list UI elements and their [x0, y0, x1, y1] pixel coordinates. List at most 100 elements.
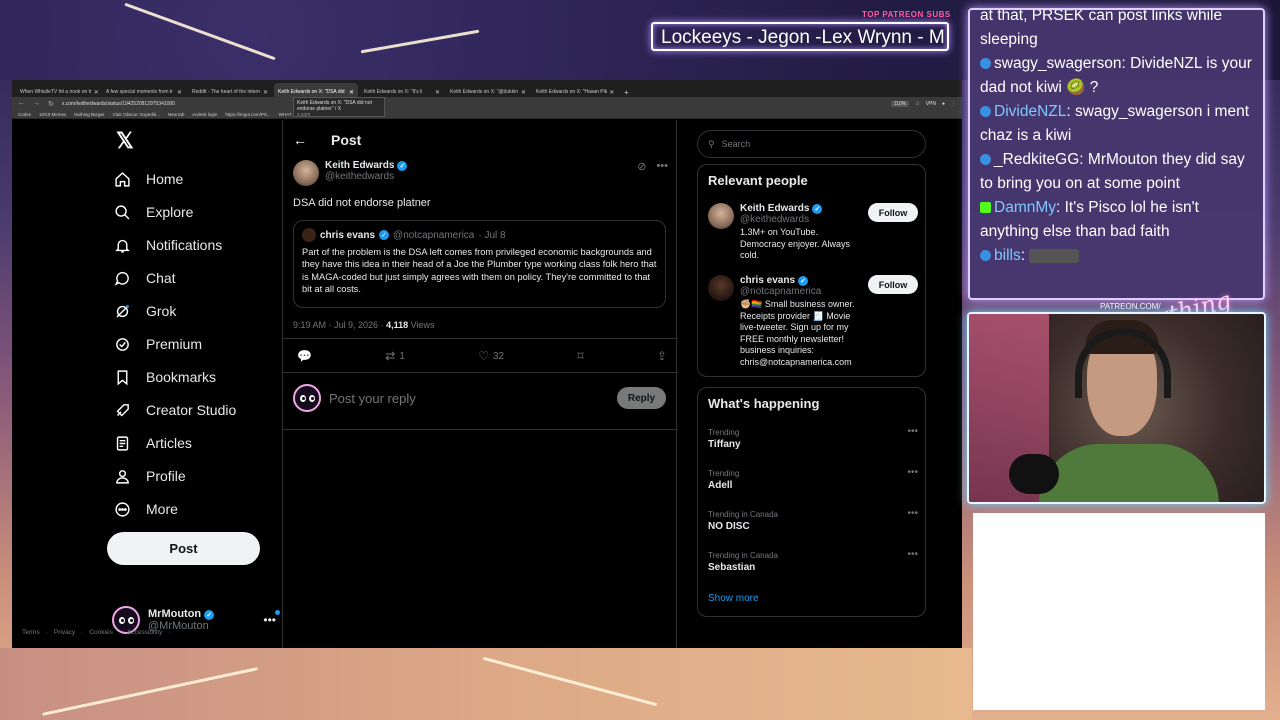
close-icon[interactable]: ✕ [609, 89, 614, 96]
more-icon[interactable]: ••• [907, 549, 918, 560]
tab-label: Keith Edwards on X: "@dukkin [450, 89, 518, 95]
vpn-button[interactable]: VPN [926, 101, 936, 107]
more-icon[interactable]: ••• [907, 467, 918, 478]
author-name[interactable]: Keith Edwards ✓ [325, 160, 408, 171]
author-name-text: Keith Edwards [325, 160, 395, 171]
more-icon[interactable]: ••• [263, 610, 280, 627]
chat-message: DamnMy: It's Pisco lol he isn't anything… [980, 196, 1253, 244]
person-item[interactable]: chris evans ✓ @notcapnamerica ✊🏼🏳️‍🌈 Smal… [708, 275, 918, 368]
close-icon[interactable]: ✕ [94, 89, 99, 96]
browser-tab[interactable]: Keith Edwards on X: "Hasan Pik ✕ [532, 83, 616, 97]
post-actions: 💬 ⇄ 1 ♡ 32 ⌑ ⇪ [297, 349, 667, 363]
nav-bookmarks[interactable]: Bookmarks [112, 365, 216, 389]
more-icon[interactable]: ••• [656, 160, 668, 173]
bookmark-action[interactable]: ⌑ [577, 349, 583, 363]
trend-item[interactable]: Trending Tiffany ••• [708, 426, 918, 450]
chat-username: bills [994, 247, 1021, 264]
footer-link-privacy[interactable]: Privacy [54, 629, 75, 636]
bookmark-item[interactable]: https://imgur.com/PS... [225, 112, 270, 117]
person-info: chris evans ✓ @notcapnamerica ✊🏼🏳️‍🌈 Smal… [740, 275, 862, 368]
quoted-post[interactable]: chris evans ✓ @notcapnamerica · Jul 8 Pa… [293, 220, 666, 308]
share-action[interactable]: ⇪ [657, 349, 667, 363]
verified-icon: ✓ [204, 610, 215, 620]
close-icon[interactable]: ✕ [177, 89, 182, 96]
new-tab-icon[interactable]: + [618, 88, 635, 97]
url-field[interactable]: x.com/keithedwards/status/19425208129753… [62, 101, 883, 107]
nav-home[interactable]: Home [112, 167, 183, 191]
author-handle[interactable]: @keithedwards [325, 171, 407, 182]
footer-link-accessibility[interactable]: Accessibility [127, 629, 162, 636]
trend-item[interactable]: Trending in Canada NO DISC ••• [708, 508, 918, 532]
reply-button[interactable]: Reply [617, 387, 666, 409]
nav-articles[interactable]: Articles [112, 431, 192, 455]
card-title: Relevant people [708, 173, 808, 188]
browser-tab[interactable]: A few special moments from tr ✕ [102, 83, 186, 97]
nav-premium[interactable]: Premium [112, 332, 202, 356]
more-icon[interactable]: ••• [907, 508, 918, 519]
forward-arrow-icon[interactable]: → [33, 100, 40, 107]
x-logo-icon[interactable]: 𝕏 [116, 128, 134, 154]
trend-item[interactable]: Trending in Canada Sebastian ••• [708, 549, 918, 573]
close-icon[interactable]: ✕ [263, 89, 268, 96]
browser-tab[interactable]: Reddit - The heart of the intern ✕ [188, 83, 272, 97]
reload-icon[interactable]: ↻ [48, 100, 54, 108]
nav-label: Grok [146, 303, 177, 319]
zoom-badge[interactable]: 110% [890, 100, 910, 107]
browser-tab[interactable]: Keith Edwards on X: "@dukkin ✕ [446, 83, 530, 97]
like-count: 32 [492, 350, 505, 362]
nav-profile[interactable]: Profile [112, 464, 186, 488]
trend-item[interactable]: Trending Adell ••• [708, 467, 918, 491]
browser-tab[interactable]: Keith Edwards on X: "It's li ✕ [360, 83, 444, 97]
follow-button[interactable]: Follow [868, 275, 918, 294]
bookmark-item[interactable]: ecdesk login [192, 112, 217, 117]
verified-icon: ✓ [798, 275, 809, 286]
nav-explore[interactable]: Explore [112, 200, 193, 224]
nav-creator-studio[interactable]: Creator Studio [112, 398, 236, 422]
browser-tab[interactable]: When WhistleTV hit a nook on tr ✕ [16, 83, 100, 97]
grok-icon[interactable]: ⊘ [637, 160, 646, 173]
avatar[interactable] [293, 160, 319, 186]
streamer-shirt [1039, 444, 1219, 502]
extension-icon[interactable]: ● [942, 101, 945, 107]
verified-icon: ✓ [397, 160, 408, 171]
trend-context: Trending [708, 469, 740, 478]
close-icon[interactable]: ✕ [521, 89, 526, 96]
star-icon[interactable]: ☆ [915, 101, 919, 107]
search-input[interactable]: ⚲ Search [697, 130, 926, 158]
trend-context: Trending in Canada [708, 551, 778, 560]
close-icon[interactable]: ✕ [349, 89, 354, 96]
repost-action[interactable]: ⇄ 1 [385, 349, 405, 363]
back-arrow-icon[interactable]: ← [293, 132, 307, 148]
person-item[interactable]: Keith Edwards ✓ @keithedwards 1.3M+ on Yo… [708, 203, 918, 262]
nav-label: Explore [146, 204, 194, 220]
close-icon[interactable]: ✕ [435, 89, 440, 96]
bookmark-item[interactable]: Clair Obscur: Expediti... [113, 112, 160, 117]
person-bio: 1.3M+ on YouTube. Democracy enjoyer. Alw… [740, 227, 851, 260]
reply-action[interactable]: 💬 [297, 349, 312, 363]
show-more-link[interactable]: Show more [708, 593, 759, 604]
browser-tab-active[interactable]: Keith Edwards on X: "DSA did ✕ [274, 83, 358, 97]
reply-input[interactable]: Post your reply [329, 391, 609, 406]
bookmark-item[interactable]: 10/10 Memes [39, 112, 66, 117]
back-arrow-icon[interactable]: ← [18, 100, 25, 107]
post-button[interactable]: Post [107, 532, 260, 565]
bookmark-item[interactable]: New tab [168, 112, 185, 117]
more-icon[interactable]: ••• [907, 426, 918, 437]
like-action[interactable]: ♡ 32 [478, 349, 504, 363]
footer-link-terms[interactable]: Terms [22, 629, 40, 636]
divider [283, 429, 678, 430]
post-metadata: 9:19 AM · Jul 9, 2026 · 4,118 Views [293, 320, 434, 330]
footer-link-cookies[interactable]: Cookies [89, 629, 112, 636]
nav-chat[interactable]: Chat [112, 266, 176, 290]
bell-icon [112, 235, 132, 255]
nav-more[interactable]: More [112, 497, 178, 521]
nav-grok[interactable]: Grok [112, 299, 176, 323]
chat-message: swagy_swagerson: DivideNZL is your dad n… [980, 52, 1253, 100]
nav-notifications[interactable]: Notifications [112, 233, 222, 257]
page-title: Post [331, 132, 362, 148]
follow-button[interactable]: Follow [868, 203, 918, 222]
bookmark-item[interactable]: Codes [18, 112, 31, 117]
menu-icon[interactable]: ⋮ [951, 101, 956, 107]
post-timestamp[interactable]: 9:19 AM · Jul 9, 2026 · [293, 320, 386, 330]
bookmark-item[interactable]: Nothing Burger [74, 112, 104, 117]
